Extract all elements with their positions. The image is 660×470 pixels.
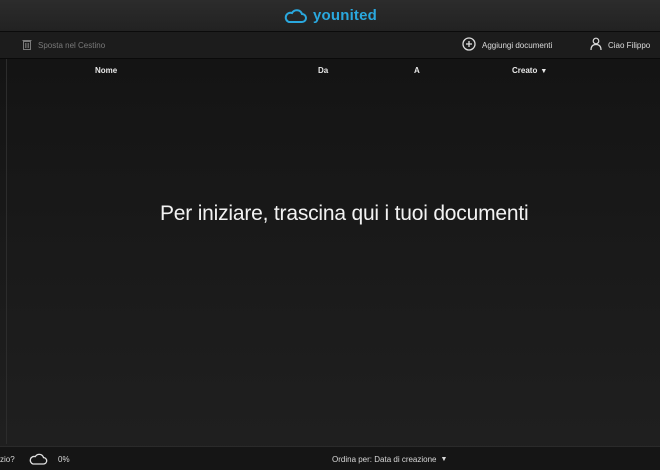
cloud-icon <box>283 8 307 24</box>
user-greeting: Ciao Filippo <box>608 40 651 50</box>
add-documents-button[interactable]: Aggiungi documenti <box>462 32 552 58</box>
plus-circle-icon <box>462 37 476 53</box>
column-header-from[interactable]: Da <box>318 66 328 75</box>
status-bar: zio? 0% Ordina per: Data di creazione ▼ <box>0 446 660 470</box>
left-panel-divider <box>6 59 7 444</box>
brand-bar: younited <box>0 0 660 32</box>
cloud-outline-icon <box>28 447 48 470</box>
column-header-created-label: Creato <box>512 66 538 75</box>
storage-usage: 0% <box>58 454 70 464</box>
column-headers: Nome Da A Creato ▼ <box>0 59 660 83</box>
column-header-to[interactable]: A <box>414 66 420 75</box>
chevron-down-icon: ▼ <box>440 455 448 463</box>
app-window: younited Sposta nel Cestino Aggiungi doc… <box>0 0 660 470</box>
add-documents-label: Aggiungi documenti <box>482 40 553 50</box>
sort-by-selector[interactable]: Ordina per: Data di creazione ▼ <box>332 447 447 470</box>
user-menu-button[interactable]: Ciao Filippo <box>590 32 650 58</box>
trash-icon <box>22 39 32 52</box>
brand-name: younited <box>312 7 378 24</box>
move-to-trash-label: Sposta nel Cestino <box>38 40 106 50</box>
move-to-trash-button[interactable]: Sposta nel Cestino <box>22 32 105 58</box>
toolbar: Sposta nel Cestino Aggiungi documenti Ci… <box>0 32 660 59</box>
column-header-created[interactable]: Creato ▼ <box>512 66 547 75</box>
drop-zone-message[interactable]: Per iniziare, trascina qui i tuoi docume… <box>160 202 529 226</box>
column-header-name[interactable]: Nome <box>95 66 117 75</box>
brand-logo[interactable]: younited <box>283 7 377 24</box>
user-icon <box>590 37 602 53</box>
sort-down-icon: ▼ <box>540 68 548 75</box>
sort-by-label: Ordina per: Data di creazione <box>332 454 437 464</box>
help-link-fragment[interactable]: zio? <box>0 447 15 470</box>
